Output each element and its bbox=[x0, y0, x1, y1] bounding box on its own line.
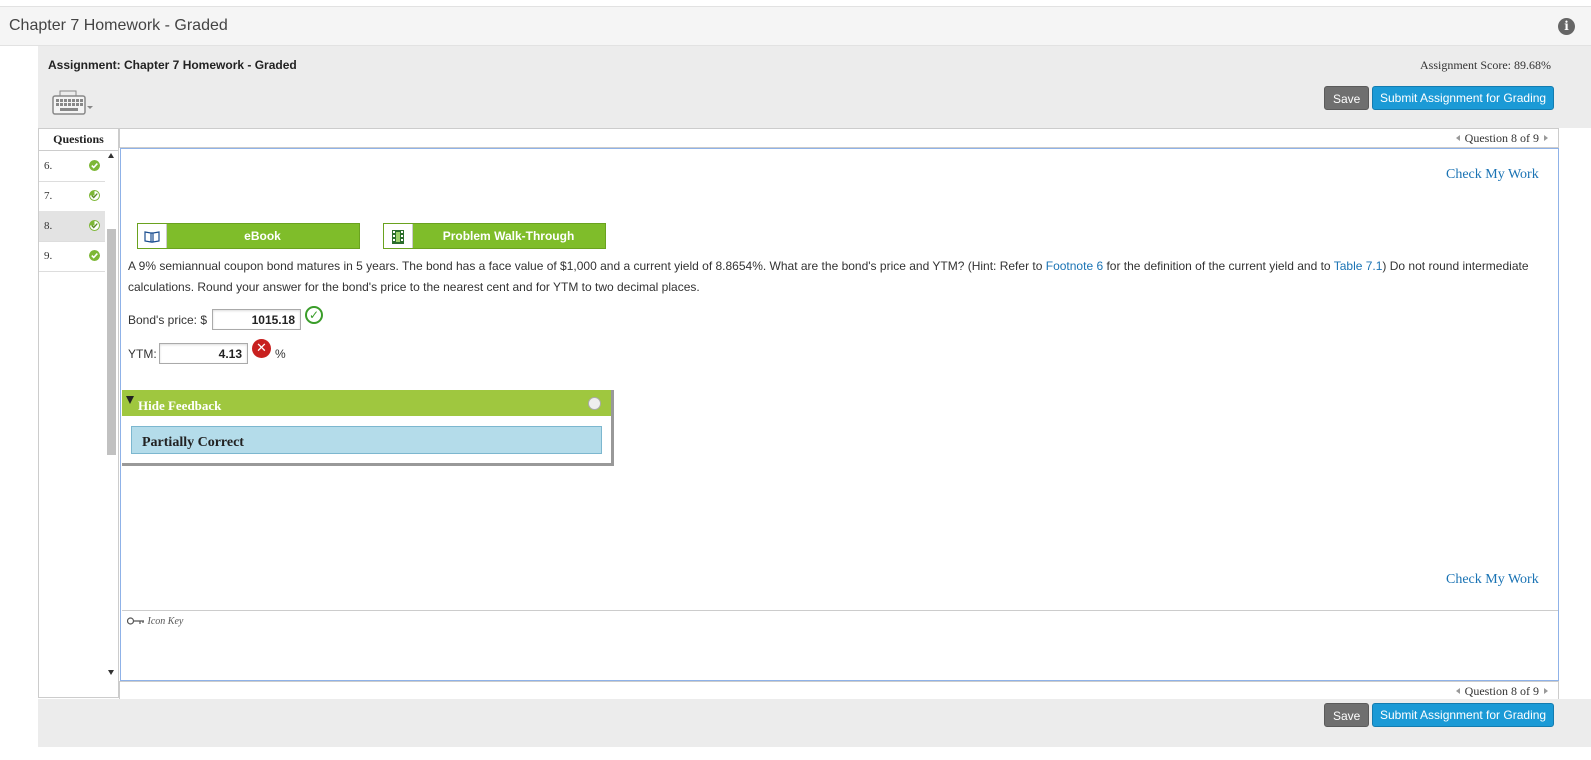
question-text-part: for the definition of the current yield … bbox=[1103, 259, 1334, 273]
questions-header: Questions bbox=[39, 129, 118, 151]
previous-question-icon[interactable] bbox=[1455, 688, 1460, 694]
title-bar: Chapter 7 Homework - Graded i bbox=[0, 6, 1591, 46]
previous-question-icon[interactable] bbox=[1455, 135, 1460, 141]
question-item-7[interactable]: 7. bbox=[39, 181, 105, 212]
question-nav-bottom: Question 8 of 9 bbox=[119, 681, 1559, 701]
assignment-title: Assignment: Chapter 7 Homework - Graded bbox=[48, 58, 297, 72]
ytm-input[interactable] bbox=[159, 343, 248, 364]
question-content: Check My Work eBook Problem Walk-Through… bbox=[120, 148, 1559, 681]
feedback-result-text: Partially Correct bbox=[142, 435, 244, 450]
question-number: 9. bbox=[44, 250, 53, 262]
check-circle-icon bbox=[89, 160, 100, 171]
page-title: Chapter 7 Homework - Graded bbox=[9, 17, 228, 34]
assignment-score: Assignment Score: 89.68% bbox=[1420, 58, 1551, 72]
questions-panel: Questions 6. 7. 8. 9. bbox=[38, 128, 119, 698]
ytm-unit: % bbox=[275, 347, 286, 361]
question-number: 8. bbox=[44, 220, 53, 232]
icon-key-label: Icon Key bbox=[147, 616, 184, 627]
next-question-icon[interactable] bbox=[1544, 688, 1548, 694]
check-circle-icon bbox=[89, 250, 100, 261]
feedback-options-icon[interactable] bbox=[588, 397, 601, 410]
partial-credit-icon bbox=[89, 220, 100, 231]
footer-bar: Save Submit Assignment for Grading bbox=[38, 699, 1591, 747]
ebook-label: eBook bbox=[244, 229, 281, 243]
feedback-header[interactable]: Hide Feedback bbox=[122, 390, 611, 416]
info-icon[interactable]: i bbox=[1558, 18, 1575, 35]
icon-key[interactable]: Icon Key bbox=[126, 616, 184, 627]
feedback-panel: Hide Feedback Partially Correct bbox=[122, 390, 614, 466]
question-item-9[interactable]: 9. bbox=[39, 241, 105, 272]
table-7-1-link[interactable]: Table 7.1 bbox=[1334, 259, 1383, 273]
partial-credit-icon bbox=[89, 190, 100, 201]
question-item-6[interactable]: 6. bbox=[39, 151, 105, 182]
book-icon bbox=[138, 224, 167, 248]
hide-feedback-toggle[interactable]: Hide Feedback bbox=[138, 398, 221, 414]
bond-price-label: Bond's price: $ bbox=[128, 313, 208, 327]
bond-price-input[interactable] bbox=[212, 309, 301, 330]
collapse-triangle-icon bbox=[126, 396, 134, 404]
problem-walkthrough-button[interactable]: Problem Walk-Through bbox=[383, 223, 606, 249]
save-button-bottom[interactable]: Save bbox=[1324, 703, 1370, 727]
question-item-8[interactable]: 8. bbox=[39, 211, 105, 242]
scroll-up-icon[interactable] bbox=[108, 153, 114, 158]
question-number: 7. bbox=[44, 190, 53, 202]
question-nav-top: Question 8 of 9 bbox=[119, 128, 1559, 148]
feedback-result: Partially Correct bbox=[131, 426, 602, 454]
keyboard-icon[interactable] bbox=[52, 90, 94, 116]
key-icon bbox=[126, 617, 144, 625]
film-icon bbox=[384, 224, 413, 248]
scrollbar-thumb[interactable] bbox=[107, 229, 116, 455]
footnote-6-link[interactable]: Footnote 6 bbox=[1046, 259, 1103, 273]
ebook-button[interactable]: eBook bbox=[137, 223, 360, 249]
ytm-label: YTM: bbox=[128, 347, 157, 361]
question-text: A 9% semiannual coupon bond matures in 5… bbox=[128, 256, 1548, 298]
submit-assignment-button[interactable]: Submit Assignment for Grading bbox=[1372, 86, 1555, 110]
question-text-part: A 9% semiannual coupon bond matures in 5… bbox=[128, 259, 1046, 273]
problem-walkthrough-label: Problem Walk-Through bbox=[442, 229, 575, 243]
divider bbox=[122, 610, 1558, 611]
scroll-down-icon[interactable] bbox=[108, 670, 114, 675]
check-my-work-link-bottom[interactable]: Check My Work bbox=[1446, 572, 1539, 588]
next-question-icon[interactable] bbox=[1544, 135, 1548, 141]
correct-check-icon: ✓ bbox=[305, 306, 323, 324]
submit-assignment-button-bottom[interactable]: Submit Assignment for Grading bbox=[1372, 703, 1555, 727]
questions-scrollbar[interactable] bbox=[105, 151, 117, 681]
save-button[interactable]: Save bbox=[1324, 86, 1370, 110]
question-position: Question 8 of 9 bbox=[1464, 684, 1539, 698]
incorrect-x-icon: ✕ bbox=[252, 339, 271, 358]
question-position: Question 8 of 9 bbox=[1464, 131, 1539, 145]
assignment-header: Assignment: Chapter 7 Homework - Graded … bbox=[38, 46, 1591, 128]
question-number: 6. bbox=[44, 160, 53, 172]
check-my-work-link[interactable]: Check My Work bbox=[1446, 167, 1539, 183]
